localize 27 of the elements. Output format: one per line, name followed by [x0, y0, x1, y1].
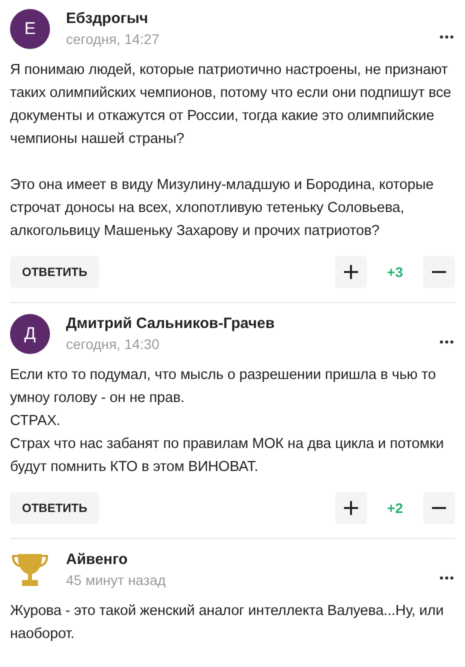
author-name: Дмитрий Сальников-Грачев — [66, 314, 276, 334]
comment-text: Если кто то подумал, что мысль о разрешении пришла в чью то умноу голову - он не прав. — [10, 366, 437, 408]
comment-text: Журова - это такой женский аналог интеллекта Валуева...Ну, или наоборот. — [10, 602, 445, 644]
more-menu[interactable]: ••• — [439, 569, 455, 587]
downvote-button[interactable] — [423, 492, 455, 524]
comment-text: Я понимаю людей, которые патриотично настроены, не признают таких олимпийских чемпионов, потому что если они подпишут все документы и откажутся от России, тогда какие это олимпийские чемпионы нашей страны? — [10, 61, 452, 149]
vote-score: +3 — [386, 262, 404, 282]
avatar: Д — [10, 314, 50, 354]
comment-time: 45 минут назад — [66, 571, 167, 590]
author-name: Айвенго — [66, 550, 129, 570]
comment-text: Это она имеет в виду Мизулину-младшую и Бородина, которые строчат доносы на всех, хлопотливую тетеньку Соловьева, алкогольвицу Машеньку Захарову и прочих патриотов? — [10, 176, 435, 241]
comment-text: Страх что нас забанят по правилам МОК на два цикла и потомки будут помнить КТО в этом ВИНОВАТ. — [10, 435, 445, 477]
author-name: Ебздрогыч — [66, 9, 150, 29]
comment-time: сегодня, 14:30 — [66, 335, 160, 354]
upvote-button[interactable] — [335, 256, 367, 288]
reply-button[interactable]: ОТВЕТИТЬ — [10, 492, 100, 524]
downvote-button[interactable] — [423, 256, 455, 288]
vote-score: +2 — [386, 498, 404, 518]
comment-time: сегодня, 14:27 — [66, 30, 160, 49]
avatar: Е — [10, 9, 50, 49]
plus-icon — [344, 265, 358, 279]
more-menu[interactable]: ••• — [439, 28, 455, 46]
more-menu[interactable]: ••• — [439, 333, 455, 351]
comment-text: СТРАХ. — [10, 412, 62, 431]
upvote-button[interactable] — [335, 492, 367, 524]
reply-button[interactable]: ОТВЕТИТЬ — [10, 256, 100, 288]
plus-icon — [344, 501, 358, 515]
